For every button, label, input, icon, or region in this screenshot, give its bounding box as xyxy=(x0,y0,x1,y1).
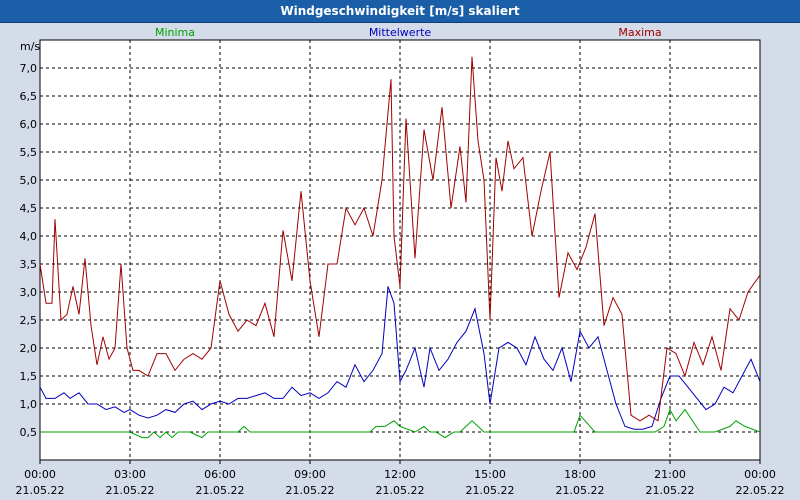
x-tick-date: 21.05.22 xyxy=(466,484,515,497)
y-tick-label: 1,0 xyxy=(20,398,38,411)
x-tick-time: 21:00 xyxy=(654,468,686,481)
y-tick-label: 3,0 xyxy=(20,286,38,299)
y-tick-label: 3,5 xyxy=(20,258,38,271)
legend: Minima Mittelwerte Maxima xyxy=(155,26,662,39)
x-tick-date: 21.05.22 xyxy=(646,484,695,497)
title-bar: Windgeschwindigkeit [m/s] skaliert xyxy=(0,0,800,23)
y-tick-label: 7,0 xyxy=(20,62,38,75)
x-tick-time: 03:00 xyxy=(114,468,146,481)
x-tick-time: 06:00 xyxy=(204,468,236,481)
x-tick-date: 21.05.22 xyxy=(16,484,65,497)
y-tick-label: 0,5 xyxy=(20,426,38,439)
x-tick-date: 21.05.22 xyxy=(556,484,605,497)
y-axis-label: m/s xyxy=(20,40,40,53)
chart-area: 0,5 1,0 1,5 2,0 2,5 3,0 3,5 4,0 4,5 5,0 5,5 6,0 6,5 7… xyxy=(16,26,785,497)
y-tick-label: 5,5 xyxy=(20,146,38,159)
y-tick-label: 4,5 xyxy=(20,202,38,215)
x-tick-time: 18:00 xyxy=(564,468,596,481)
y-tick-label: 5,0 xyxy=(20,174,38,187)
x-tick-date: 21.05.22 xyxy=(196,484,245,497)
x-tick-time: 09:00 xyxy=(294,468,326,481)
chart-title: Windgeschwindigkeit [m/s] skaliert xyxy=(280,4,520,18)
x-tick-date: 21.05.22 xyxy=(376,484,425,497)
legend-entry-minima: Minima xyxy=(155,26,195,39)
legend-entry-mittelwerte: Mittelwerte xyxy=(369,26,432,39)
legend-entry-maxima: Maxima xyxy=(618,26,661,39)
x-tick-time: 12:00 xyxy=(384,468,416,481)
chart-window: Windgeschwindigkeit [m/s] skaliert 0,5 1,… xyxy=(0,0,800,500)
x-tick-date: 21.05.22 xyxy=(106,484,155,497)
y-tick-label: 1,5 xyxy=(20,370,38,383)
y-tick-label: 2,5 xyxy=(20,314,38,327)
x-axis-tick-labels: 00:00 21.05.22 03:00 21.05.22 06:00 21.05.22 0… xyxy=(16,468,785,497)
x-tick-time: 15:00 xyxy=(474,468,506,481)
x-tick-date: 21.05.22 xyxy=(286,484,335,497)
x-tick-time: 00:00 xyxy=(744,468,776,481)
y-tick-label: 4,0 xyxy=(20,230,38,243)
y-tick-label: 6,0 xyxy=(20,118,38,131)
y-axis-tick-labels: 0,5 1,0 1,5 2,0 2,5 3,0 3,5 4,0 4,5 5,0 5,5 6,0 6,5 7… xyxy=(20,62,38,439)
x-tick-time: 00:00 xyxy=(24,468,56,481)
y-tick-label: 2,0 xyxy=(20,342,38,355)
x-tick-date: 22.05.22 xyxy=(736,484,785,497)
y-tick-label: 6,5 xyxy=(20,90,38,103)
